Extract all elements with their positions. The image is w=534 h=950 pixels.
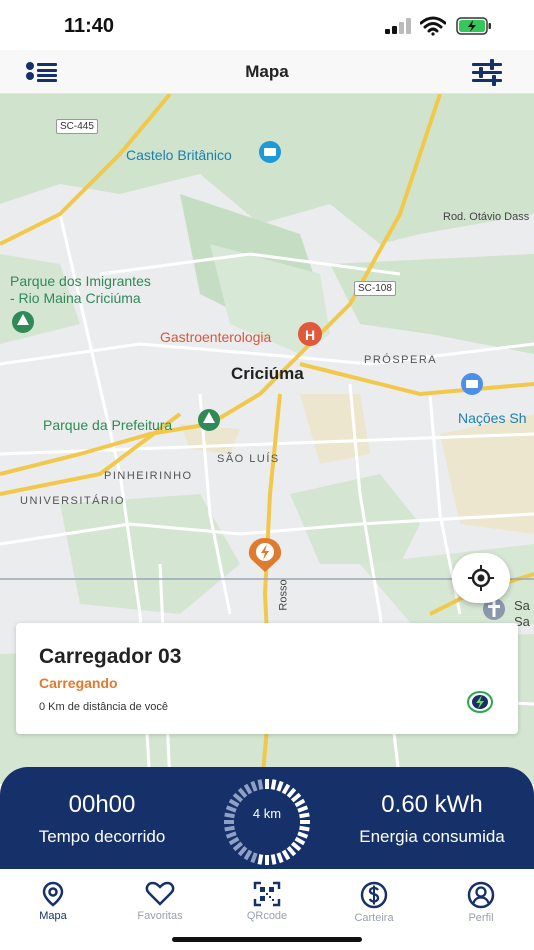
map-label-parque-prefeitura: Parque da Prefeitura: [43, 417, 173, 433]
tab-favoritas[interactable]: Favoritas: [107, 881, 213, 931]
map-label-sa-1: Sa: [514, 598, 530, 613]
cellular-signal-icon: [385, 18, 411, 34]
map-label-parque-imigrantes-2: - Rio Maina Criciúma: [10, 290, 141, 306]
gauge-segment: [250, 780, 258, 792]
map-label-gastro: Gastroenterologia: [160, 329, 272, 345]
map-label-nacoes: Nações Sh: [458, 410, 527, 426]
map-label-universitario: UNIVERSITÁRIO: [20, 495, 126, 507]
status-time: 11:40: [64, 15, 115, 37]
gauge-segment: [276, 852, 284, 864]
gauge-segment: [290, 792, 302, 803]
home-indicator: [172, 937, 362, 942]
map-label-sc445: SC-445: [56, 119, 98, 134]
energy-value: 0.60 kWh: [381, 791, 483, 818]
gauge-segment: [281, 849, 291, 861]
gauge-segment: [270, 779, 277, 790]
map-label-parque-imigrantes-1: Parque dos Imigrantes: [10, 273, 151, 289]
tab-label-qrcode: QRcode: [246, 910, 288, 922]
wifi-icon: [420, 16, 446, 36]
map-label-sc108: SC-108: [354, 281, 396, 296]
gauge-segment: [224, 825, 235, 832]
tab-qrcode[interactable]: QRcode: [214, 881, 320, 931]
crosshair-icon: [468, 565, 494, 591]
gauge-segment: [294, 836, 306, 846]
gauge-segment: [228, 836, 240, 846]
charger-distance: 0 Km de distância de você: [39, 701, 169, 713]
tab-perfil[interactable]: Perfil: [428, 881, 534, 931]
gauge-segment: [250, 852, 258, 864]
map-label-sao-luis: SÃO LUÍS: [217, 453, 280, 465]
gauge-segment: [299, 825, 310, 832]
gauge-segment: [237, 787, 248, 799]
heart-icon: [145, 881, 175, 906]
gauge-segment: [290, 841, 302, 852]
gauge-segment: [270, 854, 277, 865]
gauge-segment: [257, 779, 264, 790]
tab-label-carteira: Carteira: [354, 912, 394, 924]
map-label-rosso: Rosso: [277, 579, 290, 611]
gauge-segment: [228, 798, 240, 808]
tab-carteira[interactable]: Carteira: [321, 881, 427, 931]
gauge-segment: [225, 831, 237, 839]
nav-bar: Mapa: [0, 50, 534, 94]
gauge-segment: [281, 783, 291, 795]
charger-status: Carregando: [39, 675, 118, 691]
battery-charging-icon: [456, 17, 491, 35]
filter-sliders-icon[interactable]: [470, 58, 504, 86]
tab-mapa[interactable]: Mapa: [0, 881, 106, 931]
ev-charger-logo-icon: [467, 691, 493, 713]
gauge-segment: [286, 845, 297, 857]
map-label-rod-otavio: Rod. Otávio Dass: [443, 211, 530, 223]
elapsed-time-value: 00h00: [68, 791, 136, 818]
tab-bar: Mapa Favoritas QRcode Carteira Perfil: [0, 869, 534, 950]
map-label-criciuma: Criciúma: [231, 364, 304, 383]
gauge-segment: [257, 854, 264, 865]
user-icon: [467, 881, 495, 909]
tab-label-mapa: Mapa: [39, 910, 67, 922]
charger-name: Carregador 03: [39, 645, 182, 668]
dollar-icon: [360, 881, 388, 909]
charging-progress-gauge: [224, 779, 310, 865]
charging-status-panel: 00h00 Tempo decorrido 4 km 0.60 kWh Ener…: [0, 767, 534, 869]
gauge-segment: [294, 798, 306, 808]
gauge-segment: [243, 849, 253, 861]
gauge-segment: [276, 780, 284, 792]
elapsed-time-caption: Tempo decorrido: [38, 827, 166, 846]
tab-label-perfil: Perfil: [468, 912, 494, 924]
gauge-segment: [297, 831, 309, 839]
page-title: Mapa: [245, 62, 289, 81]
map-label-prospera: PRÓSPERA: [364, 354, 438, 366]
tab-label-favoritas: Favoritas: [137, 910, 183, 922]
map-label-castelo: Castelo Britânico: [126, 147, 232, 163]
gauge-distance-label: 4 km: [252, 806, 282, 821]
energy-caption: Energia consumida: [359, 827, 505, 846]
map-pin-icon: [42, 881, 64, 907]
locate-me-button[interactable]: [452, 553, 510, 603]
gauge-segment: [243, 783, 253, 795]
status-bar: 11:40: [0, 0, 534, 50]
svg-text:H: H: [305, 327, 315, 343]
charger-info-card[interactable]: Carregador 03 Carregando 0 Km de distânc…: [16, 623, 518, 734]
map-label-pinheirinho: PINHEIRINHO: [104, 470, 193, 482]
qrcode-icon: [253, 881, 281, 907]
gauge-segment: [237, 845, 248, 857]
gauge-segment: [232, 841, 244, 852]
gauge-segment: [232, 792, 244, 803]
gauge-segment: [286, 787, 297, 799]
